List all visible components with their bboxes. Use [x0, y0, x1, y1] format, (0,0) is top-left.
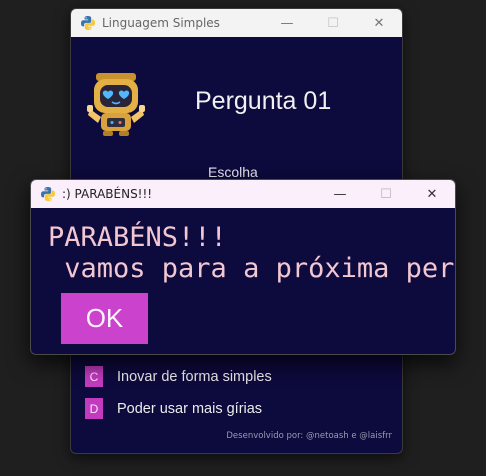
option-d-letter[interactable]: D: [85, 398, 103, 419]
robot-heart-eyes-icon: [87, 73, 145, 136]
option-c-letter[interactable]: C: [85, 366, 103, 387]
congrats-message: PARABÉNS!!! vamos para a próxima pergunt…: [48, 222, 455, 284]
option-c[interactable]: C Inovar de forma simples: [85, 366, 272, 387]
dialog-maximize-button[interactable]: ☐: [363, 180, 409, 208]
dialog-titlebar[interactable]: :) PARABÉNS!!! — ☐ ✕: [31, 180, 455, 208]
option-c-label: Inovar de forma simples: [117, 368, 272, 385]
dialog-close-button[interactable]: ✕: [409, 180, 455, 208]
main-close-button[interactable]: ✕: [356, 9, 402, 37]
main-minimize-button[interactable]: —: [264, 9, 310, 37]
credits-footer: Desenvolvido por: @netoash e @laisfrr: [226, 431, 392, 441]
main-titlebar[interactable]: Linguagem Simples — ☐ ✕: [71, 9, 402, 37]
python-logo-icon: [81, 16, 95, 30]
question-title: Pergunta 01: [195, 87, 332, 115]
main-maximize-button[interactable]: ☐: [310, 9, 356, 37]
dialog-minimize-button[interactable]: —: [317, 180, 363, 208]
main-window-title: Linguagem Simples: [102, 16, 220, 30]
option-d-label: Poder usar mais gírias: [117, 400, 263, 417]
question-instruction: Escolha: [208, 164, 258, 180]
dialog-title: :) PARABÉNS!!!: [62, 187, 153, 201]
congrats-dialog: :) PARABÉNS!!! — ☐ ✕ PARABÉNS!!! vamos p…: [30, 179, 456, 355]
ok-button[interactable]: OK: [61, 293, 148, 344]
python-logo-icon: [41, 187, 55, 201]
option-d[interactable]: D Poder usar mais gírias: [85, 398, 262, 419]
